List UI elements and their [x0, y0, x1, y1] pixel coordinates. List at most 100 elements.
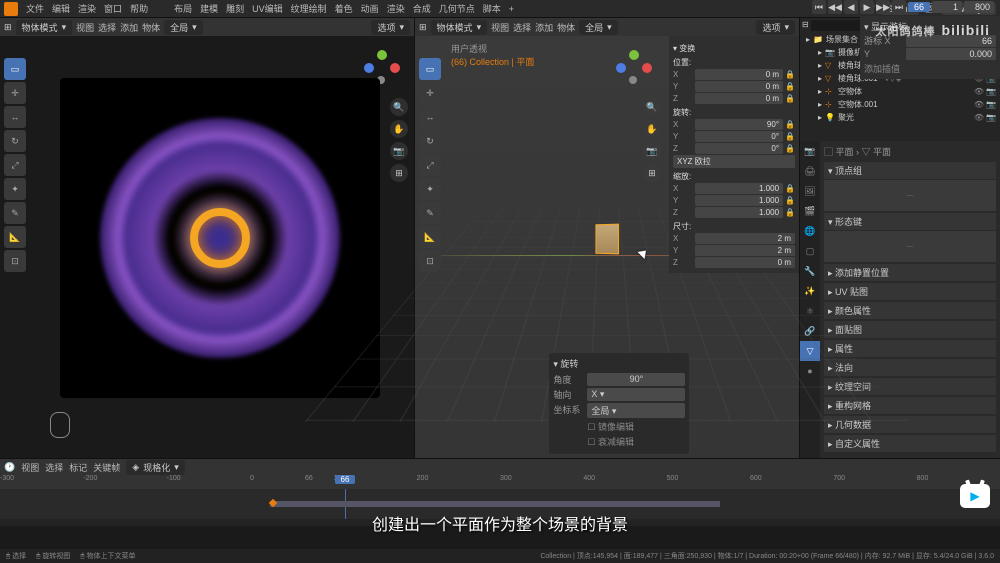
dim-z-field[interactable]: 0 m: [695, 257, 795, 268]
options-dropdown-left[interactable]: 选项 ▾: [371, 20, 410, 35]
gizmo-z-icon[interactable]: [616, 63, 626, 73]
tool-annotate[interactable]: ✎: [419, 202, 441, 224]
tool-select-box[interactable]: ▭: [419, 58, 441, 80]
tool-rotate[interactable]: ↻: [4, 130, 26, 152]
tl-proc-dropdown[interactable]: ◈ 现格化 ▾: [126, 460, 184, 475]
vp-menu-add[interactable]: 添加: [120, 21, 138, 34]
loc-x-field[interactable]: 0 m: [695, 69, 783, 80]
workspace-texpaint[interactable]: 纹理绘制: [291, 2, 327, 15]
zoom-icon[interactable]: 🔍: [390, 98, 408, 116]
workspace-shading[interactable]: 着色: [335, 2, 353, 15]
vp-menu-select[interactable]: 选择: [513, 21, 531, 34]
loc-z-field[interactable]: 0 m: [695, 93, 783, 104]
dim-x-field[interactable]: 2 m: [695, 233, 795, 244]
property-section[interactable]: ▸ 面贴图: [824, 321, 996, 338]
vp-menu-view[interactable]: 视图: [491, 21, 509, 34]
menu-edit[interactable]: 编辑: [52, 2, 70, 15]
tl-menu-marker[interactable]: 标记: [69, 461, 87, 474]
editor-type-icon[interactable]: ⊞: [4, 22, 12, 33]
outliner-item[interactable]: ▸⊹空物体.001👁📷: [802, 98, 998, 111]
tool-rotate[interactable]: ↻: [419, 130, 441, 152]
tool-measure[interactable]: 📐: [419, 226, 441, 248]
scl-z-field[interactable]: 1.000: [695, 207, 783, 218]
jump-end-button[interactable]: ⏭: [892, 0, 906, 14]
dim-y-field[interactable]: 2 m: [695, 245, 795, 256]
gizmo-y-icon[interactable]: [629, 50, 639, 60]
outliner-item[interactable]: ▸⊹空物体👁📷: [802, 85, 998, 98]
tl-menu-view[interactable]: 视图: [21, 461, 39, 474]
tool-scale[interactable]: ⤢: [419, 154, 441, 176]
property-section[interactable]: ▾ 顶点组—: [824, 162, 996, 211]
workspace-script[interactable]: 脚本: [483, 2, 501, 15]
gizmo-z-icon[interactable]: [364, 63, 374, 73]
jump-start-button[interactable]: ⏮: [812, 0, 826, 14]
tab-viewlayer-icon[interactable]: 🖼: [800, 181, 820, 201]
tool-move[interactable]: ↔: [419, 106, 441, 128]
nav-gizmo-right[interactable]: [614, 48, 654, 88]
vp-menu-view[interactable]: 视图: [76, 21, 94, 34]
blender-logo-icon[interactable]: [4, 2, 18, 16]
mode-dropdown-left[interactable]: 物体模式 ▾: [16, 20, 73, 35]
mirror-edit-checkbox[interactable]: 镜像编辑: [598, 422, 634, 432]
workspace-geonodes[interactable]: 几何节点: [439, 2, 475, 15]
timeline-ruler[interactable]: -300-200-100066100200300400500600700800: [0, 475, 1000, 489]
vp-menu-select[interactable]: 选择: [98, 21, 116, 34]
gizmo-neg-icon[interactable]: [629, 76, 637, 84]
camera-view-icon[interactable]: 📷: [390, 142, 408, 160]
menu-help[interactable]: 帮助: [130, 2, 148, 15]
options-dropdown-right[interactable]: 选项 ▾: [756, 20, 795, 35]
property-section[interactable]: ▸ 自定义属性: [824, 435, 996, 452]
loc-y-field[interactable]: 0 m: [695, 81, 783, 92]
tool-addcube[interactable]: ⊡: [419, 250, 441, 272]
camera-view-icon[interactable]: 📷: [643, 142, 661, 160]
persp-toggle-icon[interactable]: ⊞: [643, 164, 661, 182]
tab-modifier-icon[interactable]: 🔧: [800, 261, 820, 281]
orientation-dropdown-right[interactable]: 全局 ▾: [579, 20, 618, 35]
tool-cursor[interactable]: ✛: [4, 82, 26, 104]
tab-output-icon[interactable]: 🖨: [800, 161, 820, 181]
workspace-layout[interactable]: 布局: [174, 2, 192, 15]
tl-menu-select[interactable]: 选择: [45, 461, 63, 474]
property-section[interactable]: ▾ 形态键—: [824, 213, 996, 262]
prev-key-button[interactable]: ◀◀: [828, 0, 842, 14]
tool-addcube[interactable]: ⊡: [4, 250, 26, 272]
tool-scale[interactable]: ⤢: [4, 154, 26, 176]
workspace-uv[interactable]: UV编辑: [252, 2, 283, 15]
workspace-sculpt[interactable]: 雕刻: [226, 2, 244, 15]
axis-dropdown[interactable]: X ▾: [587, 388, 685, 401]
tool-annotate[interactable]: ✎: [4, 202, 26, 224]
tab-scene-icon[interactable]: 🎬: [800, 201, 820, 221]
tool-select-box[interactable]: ▭: [4, 58, 26, 80]
orient-dropdown[interactable]: 全局 ▾: [587, 403, 685, 418]
scl-x-field[interactable]: 1.000: [695, 183, 783, 194]
tab-render-icon[interactable]: 📷: [800, 141, 820, 161]
tab-object-icon[interactable]: ▢: [800, 241, 820, 261]
tool-measure[interactable]: 📐: [4, 226, 26, 248]
bilibili-tv-icon[interactable]: ▶: [960, 484, 990, 508]
menu-file[interactable]: 文件: [26, 2, 44, 15]
property-section[interactable]: ▸ UV 贴图: [824, 283, 996, 300]
play-button[interactable]: ▶: [860, 0, 874, 14]
zoom-icon[interactable]: 🔍: [643, 98, 661, 116]
tool-move[interactable]: ↔: [4, 106, 26, 128]
rot-z-field[interactable]: 0°: [695, 143, 783, 154]
outliner-type-icon[interactable]: ⊟: [802, 20, 809, 31]
workspace-comp[interactable]: 合成: [413, 2, 431, 15]
workspace-anim[interactable]: 动画: [361, 2, 379, 15]
vp-menu-add[interactable]: 添加: [535, 21, 553, 34]
pan-icon[interactable]: ✋: [643, 120, 661, 138]
workspace-add[interactable]: +: [509, 4, 514, 14]
gizmo-x-icon[interactable]: [642, 63, 652, 73]
breadcrumb-data[interactable]: 平面: [873, 147, 891, 157]
vp-menu-object[interactable]: 物体: [557, 21, 575, 34]
menu-render[interactable]: 渲染: [78, 2, 96, 15]
rot-x-field[interactable]: 90°: [695, 119, 783, 130]
workspace-modeling[interactable]: 建模: [200, 2, 218, 15]
editor-type-icon[interactable]: ⊞: [419, 22, 427, 33]
plane-object[interactable]: [595, 223, 619, 254]
keyframe-range[interactable]: [270, 501, 720, 507]
tool-cursor[interactable]: ✛: [419, 82, 441, 104]
tl-menu-key[interactable]: 关键帧: [93, 461, 120, 474]
tool-transform[interactable]: ✦: [419, 178, 441, 200]
breadcrumb-object[interactable]: 平面: [836, 147, 854, 157]
